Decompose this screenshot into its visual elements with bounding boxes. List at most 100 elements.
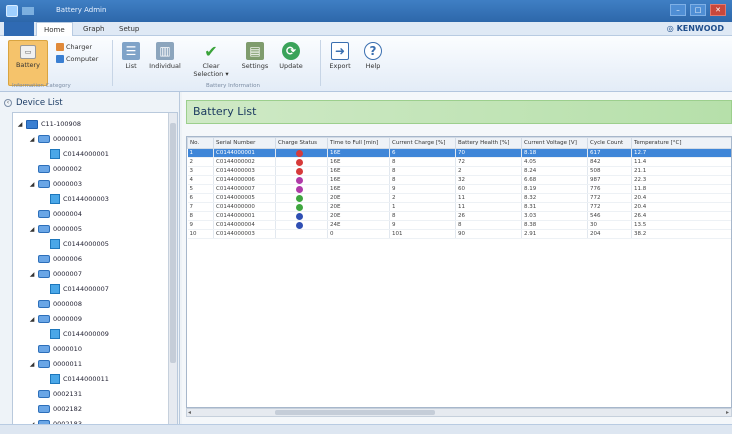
cell-temp: 13.5	[631, 220, 731, 230]
cell-cycles: 776	[587, 184, 632, 194]
battery-button[interactable]: ▭ Battery	[8, 40, 48, 86]
quick-access-toolbar[interactable]	[22, 7, 34, 15]
tree-item-label: C0144000009	[63, 330, 109, 338]
expand-toggle-icon[interactable]: ◢	[29, 361, 35, 368]
tree-item[interactable]: ◢ 0000001	[29, 132, 82, 146]
scroll-left-icon[interactable]: ◂	[188, 409, 191, 416]
column-header[interactable]: Serial Number	[213, 137, 276, 149]
tree-item[interactable]: 0002131	[29, 387, 82, 401]
cell-no: 2	[187, 157, 214, 167]
list-button[interactable]: ☰ List	[118, 42, 144, 70]
individual-button[interactable]: ▥ Individual	[148, 42, 182, 70]
charge-status-cell	[275, 166, 328, 176]
help-button[interactable]: ? Help	[360, 42, 386, 70]
battery-button-label: Battery	[15, 61, 41, 69]
charger-button[interactable]: Charger	[56, 43, 92, 51]
tree-item-label: 0002131	[53, 390, 82, 398]
tree-item[interactable]: ◢ 0000009	[29, 312, 82, 326]
tree-item[interactable]: C0144000001	[41, 147, 109, 161]
close-button[interactable]: ✕	[710, 4, 726, 16]
tab-home[interactable]: Home	[36, 22, 73, 36]
cell-temp: 20.4	[631, 202, 731, 212]
tree-scroll-thumb[interactable]	[170, 123, 176, 363]
maximize-button[interactable]: □	[690, 4, 706, 16]
cell-voltage: 8.31	[521, 202, 588, 212]
file-menu-button[interactable]	[4, 22, 34, 36]
table-row[interactable]: 3 C0144000003 16E 8 2 8.24 508 21.1	[187, 166, 731, 176]
export-icon: ➜	[331, 42, 349, 60]
expand-toggle-icon[interactable]: ◢	[29, 271, 35, 278]
cell-voltage: 2.91	[521, 229, 588, 239]
tree-item[interactable]: C0144000003	[41, 192, 109, 206]
tree-item-label: C0144000005	[63, 240, 109, 248]
column-header[interactable]: Current Charge [%]	[389, 137, 456, 149]
export-button[interactable]: ➜ Export	[326, 42, 354, 70]
tree-item-label: 0000007	[53, 270, 82, 278]
table-row[interactable]: 5 C0144000007 16E 9 60 8.19 776 11.8	[187, 184, 731, 194]
computer-button[interactable]: Computer	[56, 55, 98, 63]
tree-item[interactable]: 0000002	[29, 162, 82, 176]
tab-setup[interactable]: Setup	[112, 22, 146, 36]
tree-item[interactable]: 0000006	[29, 252, 82, 266]
status-bar	[0, 424, 732, 434]
column-header[interactable]: Temperature [°C]	[631, 137, 731, 149]
cell-health: 32	[455, 175, 522, 185]
table-row[interactable]: 2 C0144000002 16E 8 72 4.05 842 11.4	[187, 157, 731, 167]
table-row[interactable]: 6 C0144000005 20E 2 11 8.32 772 20.4	[187, 193, 731, 203]
device-icon	[38, 360, 50, 368]
table-row[interactable]: 9 C0144000004 24E 9 8 8.38 30 13.5	[187, 220, 731, 230]
table-row[interactable]: 4 C0144000006 16E 8 32 6.68 987 22.3	[187, 175, 731, 185]
cell-charge: 9	[389, 184, 456, 194]
table-row[interactable]: 1 C0144000001 16E 6 70 8.18 617 12.7	[187, 148, 731, 158]
scroll-right-icon[interactable]: ▸	[726, 409, 729, 416]
cell-charge: 101	[389, 229, 456, 239]
column-header[interactable]: Battery Health [%]	[455, 137, 522, 149]
tree-item[interactable]: ◢ C11-100908	[17, 117, 81, 131]
expand-toggle-icon[interactable]: ◢	[17, 121, 23, 128]
update-button[interactable]: ⟳ Update	[276, 42, 306, 70]
column-header[interactable]: Charge Status	[275, 137, 328, 149]
table-row[interactable]: 10 C0144000003 0 101 90 2.91 204 38.2	[187, 229, 731, 239]
cell-time: 20E	[327, 202, 390, 212]
expand-toggle-icon[interactable]: ◢	[29, 181, 35, 188]
table-row[interactable]: 7 C0144000000 20E 1 11 8.31 772 20.4	[187, 202, 731, 212]
settings-button[interactable]: ▤ Settings	[240, 42, 270, 70]
device-icon	[38, 405, 50, 413]
expand-toggle-icon[interactable]: ◢	[29, 226, 35, 233]
charge-status-cell	[275, 229, 328, 239]
expand-toggle-icon[interactable]: ◢	[29, 316, 35, 323]
tab-graph[interactable]: Graph	[76, 22, 111, 36]
tree-item[interactable]: 0000004	[29, 207, 82, 221]
table-row[interactable]: 8 C0144000001 20E 8 26 3.03 546 26.4	[187, 211, 731, 221]
tree-item[interactable]: C0144000005	[41, 237, 109, 251]
pin-icon[interactable]: ‹	[4, 99, 12, 107]
column-header[interactable]: Cycle Count	[587, 137, 632, 149]
column-header[interactable]: Time to Full [min]	[327, 137, 390, 149]
column-header[interactable]: No.	[187, 137, 214, 149]
battery-grid: No. Serial Number Charge Status Time to Ful…	[186, 136, 732, 408]
cell-cycles: 204	[587, 229, 632, 239]
tree-item[interactable]: ◢ 0000005	[29, 222, 82, 236]
cell-temp: 12.7	[631, 148, 731, 158]
tree-item[interactable]: ◢ 0000011	[29, 357, 82, 371]
column-header[interactable]: Current Voltage [V]	[521, 137, 588, 149]
tree-item[interactable]: C0144000007	[41, 282, 109, 296]
clear-selection-button[interactable]: ✔ Clear Selection ▾	[190, 42, 232, 79]
expand-toggle-icon[interactable]: ◢	[29, 136, 35, 143]
tree-item[interactable]: C0144000009	[41, 327, 109, 341]
grid-scroll-thumb[interactable]	[275, 410, 435, 415]
tree-item[interactable]: 0000008	[29, 297, 82, 311]
minimize-button[interactable]: –	[670, 4, 686, 16]
device-tree[interactable]: ◢ C11-100908 ◢ 0000001 C0144000001 0000002 ◢ 00…	[12, 112, 178, 434]
cell-serial: C0144000007	[213, 184, 276, 194]
grid-horizontal-scrollbar[interactable]: ◂ ▸	[186, 408, 732, 417]
tree-item[interactable]: ◢ 0000003	[29, 177, 82, 191]
tree-item[interactable]: 0000010	[29, 342, 82, 356]
computer-icon	[56, 55, 64, 63]
tree-scrollbar[interactable]	[168, 113, 177, 433]
tree-item[interactable]: ◢ 0000007	[29, 267, 82, 281]
tree-item[interactable]: C0144000011	[41, 372, 109, 386]
list-icon: ☰	[122, 42, 140, 60]
tree-item[interactable]: 0002182	[29, 402, 82, 416]
export-label: Export	[329, 62, 351, 70]
